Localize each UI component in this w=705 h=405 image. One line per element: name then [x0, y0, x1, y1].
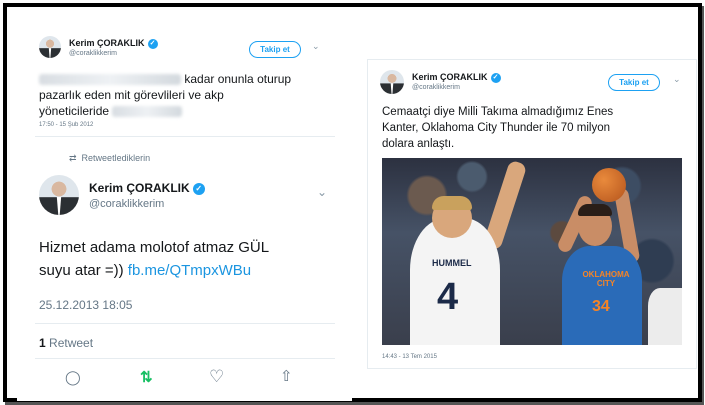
retweeted-label: Retweetlediklerin — [81, 153, 151, 163]
tweet-timestamp[interactable]: 17:50 - 15 Şub 2012 — [39, 122, 93, 128]
tweet-date[interactable]: 25.12.2013 18:05 — [39, 298, 132, 312]
verified-icon: ✓ — [147, 38, 158, 49]
chevron-down-icon[interactable]: ⌄ — [673, 74, 681, 85]
photo-jersey-number: 4 — [437, 276, 459, 318]
reply-icon[interactable]: ◯ — [65, 369, 81, 386]
verified-icon: ✓ — [192, 182, 205, 195]
basketball — [592, 168, 626, 202]
photo-figure — [648, 288, 682, 345]
photo-jersey-number: 34 — [592, 298, 610, 315]
screenshot-frame: Kerim ÇORAKLIK ✓ @coraklikkerim Takip et … — [3, 3, 702, 402]
retweet-stats[interactable]: 1 Retweet — [39, 336, 93, 350]
tweet-text-line3: dolara anlaştı. — [382, 138, 455, 150]
author-name[interactable]: Kerim ÇORAKLIK ✓ — [412, 72, 501, 83]
tweet-text-line3: yöneticileride — [39, 104, 110, 118]
share-icon[interactable]: ⇧ — [280, 367, 293, 385]
divider — [35, 323, 335, 324]
photo-jersey-name: HUMMEL — [432, 258, 472, 268]
tweet-text-line2: suyu atar =)) — [39, 262, 124, 279]
left-tweet-panel: Kerim ÇORAKLIK ✓ @coraklikkerim Takip et … — [17, 21, 352, 401]
divider — [35, 358, 335, 359]
redacted-text — [39, 74, 181, 86]
tweet-link[interactable]: fb.me/QTmpxWBu — [128, 262, 251, 279]
author-handle[interactable]: @coraklikkerim — [412, 84, 460, 91]
avatar[interactable] — [39, 175, 79, 215]
retweet-count: 1 — [39, 336, 46, 350]
verified-icon: ✓ — [490, 72, 501, 83]
follow-button[interactable]: Takip et — [608, 74, 660, 91]
redacted-text — [112, 106, 183, 118]
avatar[interactable] — [380, 70, 404, 94]
tweet-text-line1: kadar onunla oturup — [184, 72, 292, 86]
tweet-timestamp[interactable]: 14:43 - 13 Tem 2015 — [382, 354, 437, 360]
author-handle[interactable]: @coraklikkerim — [69, 50, 117, 57]
chevron-down-icon[interactable]: ⌄ — [312, 41, 320, 52]
tweet-text-line2: Kanter, Oklahoma City Thunder ile 70 mil… — [382, 122, 610, 134]
tweet-text: Cemaatçi diye Milli Takıma almadığımız E… — [382, 104, 694, 152]
right-tweet-panel: Kerim ÇORAKLIK ✓ @coraklikkerim Takip et … — [367, 59, 697, 369]
photo-jersey-text: OKLAHOMA CITY — [582, 270, 630, 288]
chevron-down-icon[interactable]: ⌄ — [317, 185, 327, 199]
tweet-text-line2: pazarlık eden mit görevlileri ve akp — [39, 88, 224, 102]
retweet-stats-label: Retweet — [49, 336, 94, 350]
tweet-text: kadar onunla oturup pazarlık eden mit gö… — [39, 71, 339, 119]
author-name-text: Kerim ÇORAKLIK — [89, 181, 190, 195]
retweet-small-icon: ⇄ — [69, 153, 77, 163]
tweet-text: Hizmet adama molotof atmaz GÜL suyu atar… — [39, 236, 349, 282]
tweet-text-line1: Hizmet adama molotof atmaz GÜL — [39, 239, 270, 256]
tweet-photo[interactable]: HUMMEL 4 OKLAHOMA CITY 34 — [382, 158, 682, 345]
photo-figure — [432, 196, 472, 210]
retweeted-indicator: ⇄ Retweetlediklerin — [69, 153, 150, 164]
author-name-text: Kerim ÇORAKLIK — [412, 72, 488, 82]
author-handle[interactable]: @coraklikkerim — [89, 198, 164, 210]
divider — [35, 136, 335, 137]
avatar[interactable] — [39, 36, 61, 58]
photo-figure — [562, 246, 642, 345]
tweet-text-line1: Cemaatçi diye Milli Takıma almadığımız E… — [382, 106, 614, 118]
like-icon[interactable]: ♡ — [209, 367, 224, 387]
retweet-icon[interactable]: ⇅ — [140, 368, 153, 386]
photo-figure — [578, 204, 612, 216]
author-name-text: Kerim ÇORAKLIK — [69, 38, 145, 48]
author-name[interactable]: Kerim ÇORAKLIK ✓ — [89, 181, 205, 195]
author-name[interactable]: Kerim ÇORAKLIK ✓ — [69, 38, 158, 49]
follow-button[interactable]: Takip et — [249, 41, 301, 58]
